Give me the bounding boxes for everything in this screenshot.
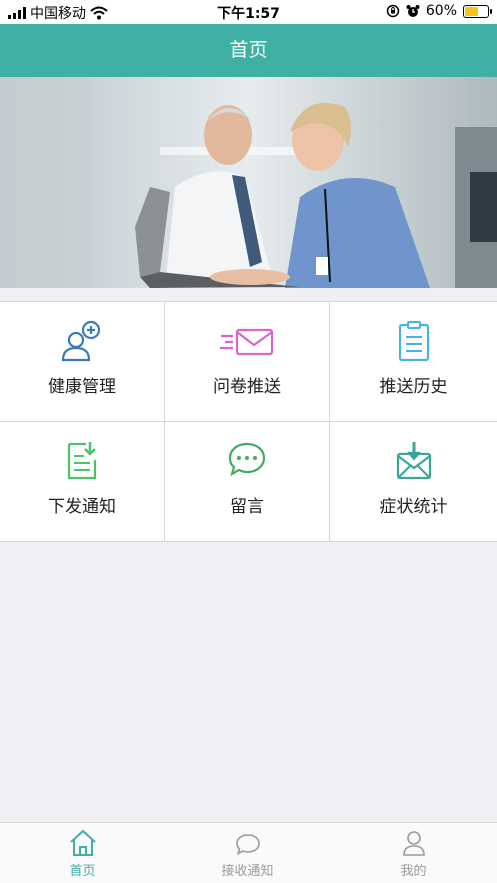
nav-bar: 首页 — [0, 24, 497, 77]
battery-fill — [465, 6, 478, 16]
battery-icon — [463, 4, 492, 18]
tab-label: 接收通知 — [221, 864, 274, 879]
grid-item-messages[interactable]: 留言 — [165, 422, 330, 542]
function-grid: 健康管理 问卷推送 推送历史 下发通知 留言 症状统计 — [0, 301, 497, 542]
tab-receive-notifications[interactable]: 接收通知 — [165, 823, 330, 883]
chat-bubble-icon — [228, 442, 266, 477]
person-icon — [402, 831, 425, 856]
mail-download-icon — [396, 442, 431, 480]
mail-send-icon — [220, 328, 274, 356]
rotation-lock-icon — [386, 4, 400, 18]
grid-item-push-history[interactable]: 推送历史 — [330, 302, 497, 422]
message-icon — [235, 834, 260, 856]
battery-percentage: 60% — [425, 3, 457, 19]
page-title: 首页 — [229, 39, 268, 61]
grid-item-label: 下发通知 — [48, 497, 116, 517]
grid-item-label: 留言 — [230, 497, 264, 517]
grid-item-health-management[interactable]: 健康管理 — [0, 302, 165, 422]
document-download-icon — [67, 442, 97, 480]
tab-label: 我的 — [400, 864, 427, 879]
grid-item-label: 推送历史 — [379, 377, 448, 397]
grid-item-questionnaire-push[interactable]: 问卷推送 — [165, 302, 330, 422]
grid-item-label: 问卷推送 — [213, 377, 281, 397]
tab-home[interactable]: 首页 — [0, 823, 165, 883]
tab-label: 首页 — [69, 864, 96, 879]
tab-profile[interactable]: 我的 — [330, 823, 497, 883]
status-bar: 中国移动 下午1:57 60% — [0, 0, 497, 24]
grid-item-label: 症状统计 — [379, 497, 448, 517]
tab-bar: 首页 接收通知 我的 — [0, 822, 497, 883]
home-icon — [69, 829, 96, 856]
clipboard-icon — [398, 321, 429, 362]
alarm-icon — [406, 5, 420, 17]
grid-item-label: 健康管理 — [48, 377, 116, 397]
banner-image — [0, 77, 497, 288]
health-user-add-icon — [61, 320, 101, 362]
grid-item-symptom-stats[interactable]: 症状统计 — [330, 422, 497, 542]
grid-item-send-notification[interactable]: 下发通知 — [0, 422, 165, 542]
